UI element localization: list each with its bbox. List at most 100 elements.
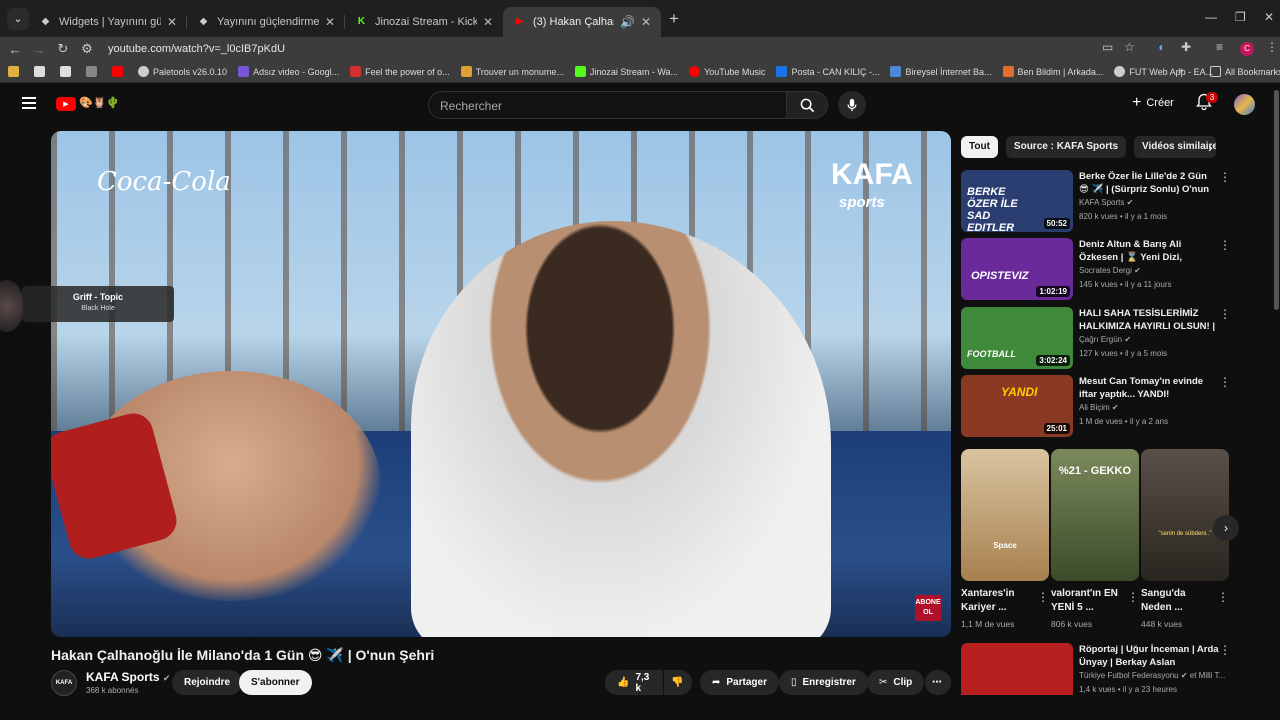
profile-avatar[interactable]: C — [1240, 42, 1254, 56]
chip-all[interactable]: Tout — [961, 136, 998, 158]
speaker-icon[interactable]: 🔊 — [620, 15, 635, 29]
forward-icon[interactable]: → — [30, 42, 48, 57]
bookmark-item[interactable]: Trouver un monume... — [460, 66, 564, 77]
recommendation-title: Berke Özer İle Lille'de 2 Gün 😎 ✈️ | (Sü… — [1079, 171, 1210, 195]
youtube-icon: ▶ — [515, 16, 524, 27]
more-actions-button[interactable]: ⋯ — [925, 670, 951, 695]
chip-similar[interactable]: Vidéos similaires — [1134, 136, 1217, 158]
recommendation-item[interactable]: OPISTEVIZ 1:02:19 Deniz Altun & Barış Al… — [961, 238, 1261, 302]
bookmark-item[interactable] — [34, 66, 49, 77]
bookmark-item[interactable]: Posta - CAN KILIÇ -... — [776, 66, 879, 77]
bookmark-item[interactable]: Paletools v26.0.10 — [138, 66, 227, 77]
music-disc-icon — [0, 280, 24, 332]
short-thumbnail: "senin de sübdeni.." — [1141, 449, 1229, 581]
music-popup-subtitle: Black Hole — [81, 305, 115, 312]
short-item[interactable]: %21 - GEKKO valorant'ın EN YENİ 5 ... 80… — [1051, 449, 1139, 629]
join-button[interactable]: Rejoindre — [172, 670, 243, 695]
bookmark-item[interactable]: FUT Web App - EA... — [1114, 66, 1213, 77]
more-options-icon[interactable]: ⋮ — [1219, 307, 1231, 321]
more-options-icon[interactable]: ⋮ — [1219, 238, 1231, 252]
browser-tab[interactable]: ◆ Widgets | Yayınını güçlendirmek ✕ — [29, 7, 187, 37]
bookmark-item[interactable] — [86, 66, 101, 77]
voice-search-button[interactable] — [838, 91, 866, 119]
extensions-puzzle-icon[interactable]: ✚ — [1181, 40, 1191, 54]
clip-button[interactable]: ✂ Clip — [867, 670, 925, 695]
bookmarks-bar: Paletools v26.0.10 Adsız video - Googl..… — [0, 61, 1280, 83]
music-popup[interactable]: Griff - Topic Black Hole — [22, 286, 174, 322]
close-tab-icon[interactable]: ✕ — [167, 15, 177, 29]
close-tab-icon[interactable]: ✕ — [325, 15, 335, 29]
short-item[interactable]: Space Xantares'in Kariyer ... 1,1 M de v… — [961, 449, 1049, 629]
chip-source[interactable]: Source : KAFA Sports — [1005, 136, 1127, 158]
bookmark-item[interactable]: Ben Bildim | Arkada... — [1002, 66, 1103, 77]
channel-name[interactable]: KAFA Sports ✔ — [86, 670, 170, 684]
short-item[interactable]: "senin de sübdeni.." Sangu'da Neden ... … — [1141, 449, 1229, 629]
subscriber-count: 368 k abonnés — [86, 686, 139, 695]
recommendation-channel: Ali Biçim ✔ — [1079, 403, 1119, 412]
new-tab-button[interactable]: + — [669, 9, 679, 29]
more-options-icon[interactable]: ⋮ — [1219, 643, 1231, 657]
reload-icon[interactable]: ↻ — [54, 41, 72, 57]
like-button[interactable]: 👍 7,3 k — [605, 670, 663, 695]
bookmark-item[interactable] — [112, 66, 127, 77]
recommendation-item[interactable]: FOOTBALL 3:02:24 HALI SAHA TESİSLERİMİZ … — [961, 307, 1261, 371]
subscribe-watermark[interactable]: ABONE OL — [915, 595, 941, 621]
bookmark-item[interactable]: Bireysel İnternet Ba... — [890, 66, 992, 77]
browser-menu-icon[interactable]: ⋮ — [1266, 40, 1278, 54]
recommendation-item[interactable]: YANDI 25:01 Mesut Can Tomay'ın evinde if… — [961, 375, 1261, 439]
create-button[interactable]: + Créer — [1132, 94, 1174, 112]
more-bookmarks-icon[interactable]: » — [1178, 65, 1184, 76]
bookmark-item[interactable]: Jinozai Stream - Wa... — [574, 66, 678, 77]
restore-button[interactable]: ❐ — [1235, 10, 1246, 24]
close-tab-icon[interactable]: ✕ — [641, 15, 651, 29]
more-options-icon[interactable]: ⋮ — [1217, 590, 1229, 604]
minimize-button[interactable]: — — [1205, 10, 1217, 24]
save-button[interactable]: ▯ Enregistrer — [779, 670, 868, 695]
more-options-icon[interactable]: ⋮ — [1219, 375, 1231, 389]
url-field[interactable]: youtube.com/watch?v=_l0cIB7pKdU — [108, 43, 285, 55]
more-options-icon[interactable]: ⋮ — [1127, 590, 1139, 604]
more-options-icon[interactable]: ⋮ — [1219, 170, 1231, 184]
video-player[interactable]: Coca-Cola KAFA sports ABONE OL — [51, 131, 951, 637]
channel-avatar[interactable]: KAFA — [51, 670, 77, 696]
bookmark-star-icon[interactable]: ☆ — [1124, 40, 1135, 54]
search-button[interactable] — [786, 91, 828, 119]
share-label: Partager — [726, 677, 767, 688]
bookmark-item[interactable]: Adsız video - Googl... — [238, 66, 339, 77]
hamburger-menu-icon[interactable] — [22, 97, 36, 109]
browser-tab[interactable]: K Jinozai Stream - Kick Dashboard ✕ — [345, 7, 503, 37]
share-button[interactable]: ➦ Partager — [700, 670, 779, 695]
back-icon[interactable]: ← — [6, 42, 24, 57]
account-avatar[interactable] — [1234, 94, 1255, 115]
like-count: 7,3 k — [635, 671, 650, 694]
page-icon — [60, 66, 71, 77]
recommendation-item[interactable]: BERKE ÖZER İLE SAD EDITLER 50:52 Berke Ö… — [961, 170, 1261, 234]
subscribe-button[interactable]: S'abonner — [239, 670, 312, 695]
bookmark-item[interactable]: YouTube Music — [689, 66, 765, 77]
youtube-logo[interactable]: ▶ — [56, 97, 76, 111]
bookmark-item[interactable] — [60, 66, 75, 77]
media-control-icon[interactable]: ≡ — [1216, 40, 1223, 54]
globe-icon — [1114, 66, 1126, 77]
close-tab-icon[interactable]: ✕ — [483, 15, 493, 29]
bookmark-label: YouTube Music — [704, 66, 766, 77]
browser-tab-active[interactable]: ▶ (3) Hakan Çalhanoğlu İle M 🔊 ✕ — [503, 6, 661, 37]
extension-icon[interactable]: ◖ — [1157, 40, 1164, 54]
chevron-right-icon[interactable]: › — [1208, 139, 1213, 155]
doodle-icon[interactable]: 🎨🦉🌵 — [79, 96, 120, 109]
tab-search-menu-button[interactable]: ⌄ — [7, 7, 29, 30]
close-window-button[interactable]: ✕ — [1264, 10, 1274, 24]
recommendation-item[interactable]: Röportaj | Uğur İnceman | Arda Ünyay | B… — [961, 643, 1261, 695]
search-input[interactable]: Rechercher — [428, 91, 787, 119]
page-scrollbar[interactable] — [1274, 90, 1279, 310]
browser-tab[interactable]: ◆ Yayınını güçlendirmek için en iyi ✕ — [187, 7, 345, 37]
dislike-button[interactable]: 👎 — [664, 670, 692, 695]
bookmark-item[interactable]: Feel the power of o... — [350, 66, 450, 77]
cast-icon[interactable]: ▭ — [1102, 40, 1113, 54]
site-info-icon[interactable]: ⚙ — [78, 41, 96, 57]
bookmark-item[interactable] — [8, 66, 23, 77]
recommendation-channel: KAFA Sports ✔ — [1079, 198, 1133, 207]
all-bookmarks-folder[interactable]: All Bookmarks — [1210, 66, 1280, 77]
more-options-icon[interactable]: ⋮ — [1037, 590, 1049, 604]
shorts-next-button[interactable]: › — [1213, 515, 1239, 541]
